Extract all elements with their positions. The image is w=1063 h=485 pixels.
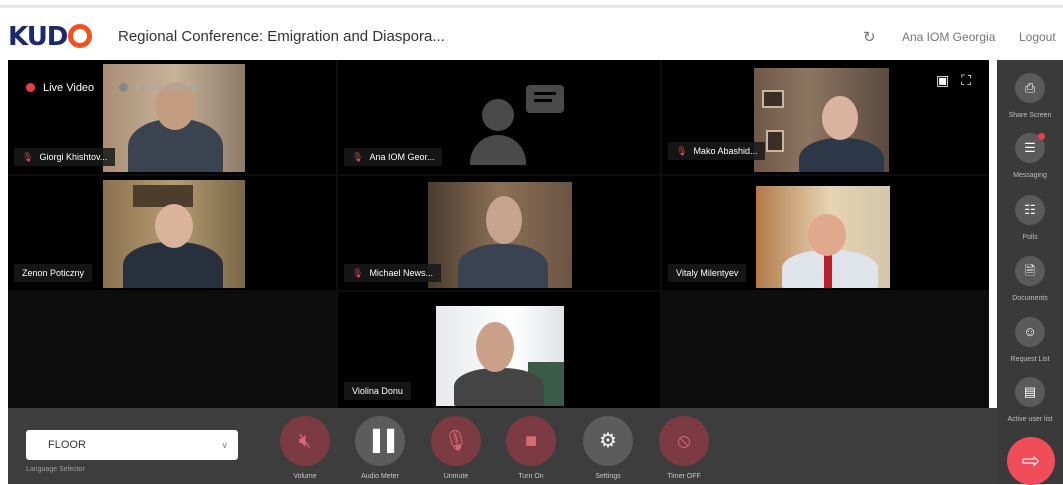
documents-icon: 🗎︎ — [1015, 256, 1045, 286]
volume-label: Volume — [293, 473, 317, 480]
tab-presentation[interactable]: Presentation — [118, 82, 198, 94]
settings-button[interactable]: ⚙ Settings — [578, 416, 638, 480]
polls-label: Polls — [1022, 234, 1038, 241]
polls-button[interactable]: ☷ Polls — [997, 195, 1063, 241]
documents-label: Documents — [1012, 295, 1048, 302]
tab-live-video-label: Live Video — [43, 82, 95, 94]
request-list-button[interactable]: ☺ Request List — [997, 317, 1063, 363]
participant-name-tag: Vitaly Milentyev — [668, 264, 747, 282]
tab-presentation-label: Presentation — [135, 82, 198, 94]
mic-muted-icon: 🎙︎ — [352, 152, 364, 162]
leave-meeting-button[interactable]: ⇨ — [1007, 437, 1055, 485]
pip-icon[interactable]: ▣ — [936, 72, 949, 88]
turn-on-camera-button[interactable]: ■ Turn On — [501, 416, 561, 480]
request-list-label: Request List — [1010, 356, 1050, 363]
volume-button[interactable]: 🔇︎ Volume — [275, 416, 335, 480]
view-controls: ▣ ⛶ — [924, 72, 971, 89]
notification-badge — [1038, 133, 1045, 140]
participant-name-tag: 🎙︎ Michael News... — [344, 264, 441, 282]
refresh-icon[interactable]: ↻ — [863, 28, 876, 46]
right-sidebar: ⎙ Share Screen ☰ Messaging ☷ Polls 🗎︎ Do… — [997, 60, 1063, 484]
participant-tile[interactable]: 🎙︎ Ana IOM Geor... — [338, 60, 660, 174]
participant-tile[interactable]: Vitaly Milentyev — [662, 176, 989, 290]
participant-video — [428, 182, 572, 288]
participant-tile[interactable]: Violina Donu — [338, 292, 660, 408]
page-title: Regional Conference: Emigration and Dias… — [118, 28, 445, 45]
exit-icon: ⇨ — [1021, 448, 1041, 473]
language-selector-label: Language Selector — [26, 466, 85, 473]
audio-meter-button[interactable]: ▐▐ Audio Meter — [350, 416, 410, 480]
mic-muted-icon: 🎙︎ — [22, 152, 34, 162]
user-name[interactable]: Ana IOM Georgia — [902, 30, 995, 44]
participant-name: Violina Donu — [352, 386, 403, 396]
participant-video — [754, 68, 889, 172]
turn-on-label: Turn On — [518, 473, 544, 480]
fullscreen-icon[interactable]: ⛶ — [961, 72, 971, 88]
request-list-icon: ☺ — [1015, 317, 1045, 347]
messaging-button[interactable]: ☰ Messaging — [997, 133, 1063, 179]
kudo-logo: KUD — [8, 22, 93, 52]
active-user-list-icon: ▤ — [1015, 377, 1045, 407]
share-screen-label: Share Screen — [1008, 112, 1052, 119]
documents-button[interactable]: 🗎︎ Documents — [997, 256, 1063, 302]
participant-video — [756, 186, 890, 288]
audio-meter-label: Audio Meter — [361, 473, 399, 480]
language-selector[interactable]: FLOOR ∨ — [26, 430, 238, 460]
participant-name-tag: 🎙︎ Mako Abashid... — [668, 142, 766, 160]
participant-video — [436, 306, 564, 406]
bottom-controls-bar: FLOOR ∨ Language Selector 🔇︎ Volume ▐▐ A… — [8, 408, 997, 484]
volume-muted-icon: 🔇︎ — [280, 416, 330, 466]
mic-muted-icon: 🎙︎ — [352, 268, 364, 278]
tab-live-video[interactable]: Live Video — [26, 82, 94, 94]
avatar-placeholder-icon — [470, 85, 590, 165]
participant-name: Ana IOM Geor... — [369, 152, 435, 162]
participant-name: Michael News... — [369, 268, 433, 278]
timer-button[interactable]: ⦸ Timer OFF — [654, 416, 714, 480]
participant-name-tag: 🎙︎ Ana IOM Geor... — [344, 148, 443, 166]
presentation-dot-icon — [118, 83, 128, 92]
active-user-list-label: Active user list — [1007, 416, 1053, 423]
top-border — [0, 0, 1063, 8]
participant-name: Vitaly Milentyev — [676, 268, 739, 278]
participant-name: Giorgi Khishtov... — [39, 152, 108, 162]
mic-muted-icon: 🎙︎ — [676, 146, 688, 156]
video-mode-tabs: Live Video Presentation — [26, 78, 197, 96]
participant-name: Zenon Poticzny — [22, 268, 85, 278]
timer-off-icon: ⦸ — [659, 416, 709, 466]
settings-icon: ⚙ — [583, 416, 633, 466]
audio-meter-icon: ▐▐ — [355, 416, 405, 466]
participant-video — [103, 180, 245, 288]
polls-icon: ☷ — [1015, 195, 1045, 225]
participant-name-tag: Violina Donu — [344, 382, 411, 400]
participant-tile[interactable]: Zenon Poticzny — [8, 176, 336, 290]
unmute-button[interactable]: 🎙︎ Unmute — [426, 416, 486, 480]
participant-name-tag: 🎙︎ Giorgi Khishtov... — [14, 148, 116, 166]
mic-off-icon: 🎙︎ — [431, 416, 481, 466]
live-dot-icon — [26, 83, 35, 92]
timer-off-label: Timer OFF — [667, 473, 701, 480]
share-screen-icon: ⎙ — [1015, 73, 1045, 103]
share-screen-button[interactable]: ⎙ Share Screen — [997, 73, 1063, 119]
logout-link[interactable]: Logout — [1019, 30, 1056, 44]
settings-label: Settings — [595, 473, 621, 480]
unmute-label: Unmute — [443, 473, 469, 480]
participant-tile[interactable]: 🎙︎ Michael News... — [338, 176, 660, 290]
video-grid: Live Video Presentation ▣ ⛶ 🎙︎ Giorgi Khis… — [8, 60, 989, 408]
chevron-down-icon: ∨ — [221, 440, 228, 450]
participant-name-tag: Zenon Poticzny — [14, 264, 93, 282]
participant-name: Mako Abashid... — [693, 146, 758, 156]
language-value: FLOOR — [48, 439, 86, 451]
active-user-list-button[interactable]: ▤ Active user list — [997, 377, 1063, 423]
messaging-label: Messaging — [1013, 172, 1047, 179]
camera-off-icon: ■ — [506, 416, 556, 466]
app-header: KUD Regional Conference: Emigration and … — [0, 11, 1063, 60]
messaging-icon: ☰ — [1015, 133, 1045, 163]
